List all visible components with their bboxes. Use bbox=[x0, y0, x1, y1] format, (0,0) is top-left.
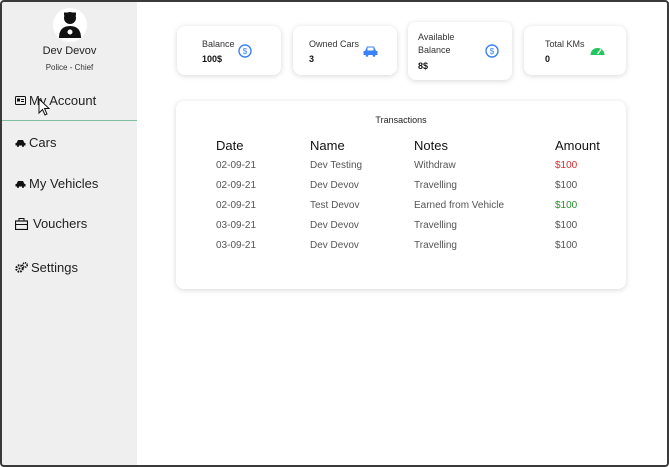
user-role: Police - Chief bbox=[45, 63, 94, 72]
cell-notes: Earned from Vehicle bbox=[414, 199, 505, 211]
sidebar-item-settings[interactable]: Settings bbox=[14, 260, 78, 275]
cell-amount: $100 bbox=[555, 159, 578, 171]
cell-name: Dev Devov bbox=[310, 239, 359, 251]
stat-label: Balance bbox=[418, 45, 451, 55]
sidebar-item-vouchers[interactable]: Vouchers bbox=[14, 216, 87, 231]
table-row: 02-09-21 Test Devov Earned from Vehicle … bbox=[216, 195, 615, 215]
transactions-card: Transactions Date Name Notes Amount 02-0… bbox=[176, 101, 626, 289]
cell-date: 02-09-21 bbox=[216, 159, 257, 171]
cell-notes: Travelling bbox=[414, 179, 457, 191]
table-row: 02-09-21 Dev Testing Withdraw $100 bbox=[216, 155, 615, 175]
speedometer-icon bbox=[590, 48, 605, 55]
stat-label: Total KMs bbox=[545, 39, 585, 49]
cell-notes: Withdraw bbox=[414, 159, 456, 171]
stat-value: 3 bbox=[309, 54, 315, 64]
stat-label: Balance bbox=[202, 39, 235, 49]
table-row: 03-09-21 Dev Devov Travelling $100 bbox=[216, 235, 615, 255]
stat-card-available-balance: Available Balance 8$ $ bbox=[408, 22, 512, 80]
id-card-icon bbox=[14, 95, 26, 107]
toolbox-icon bbox=[14, 217, 28, 231]
cell-amount: $100 bbox=[555, 219, 578, 231]
column-header-amount: Amount bbox=[555, 137, 600, 153]
sidebar-item-label: My Vehicles bbox=[29, 176, 99, 191]
avatar bbox=[52, 8, 87, 42]
column-header-name: Name bbox=[310, 137, 345, 153]
cell-name: Dev Devov bbox=[310, 179, 359, 191]
cell-date: 03-09-21 bbox=[216, 239, 257, 251]
mouse-cursor-icon bbox=[38, 98, 50, 116]
sidebar-item-label: Vouchers bbox=[33, 216, 88, 231]
sidebar-item-label: Settings bbox=[31, 260, 78, 275]
gears-icon bbox=[14, 262, 28, 274]
stat-value: 8$ bbox=[418, 61, 429, 71]
dollar-circle-icon: $ bbox=[485, 44, 499, 58]
table-header-row: Date Name Notes Amount bbox=[216, 135, 615, 155]
cell-amount: $100 bbox=[555, 199, 578, 211]
sidebar-item-cars[interactable]: Cars bbox=[14, 135, 56, 150]
sidebar-item-my-vehicles[interactable]: My Vehicles bbox=[14, 176, 98, 191]
car-icon bbox=[363, 46, 378, 57]
stat-card-total-kms: Total KMs 0 bbox=[524, 26, 626, 75]
cell-date: 02-09-21 bbox=[216, 179, 257, 191]
column-header-date: Date bbox=[216, 137, 244, 153]
svg-text:$: $ bbox=[490, 47, 495, 56]
stat-card-owned-cars: Owned Cars 3 bbox=[293, 26, 397, 75]
stat-value: 100$ bbox=[202, 54, 223, 64]
sidebar-item-label: Cars bbox=[29, 135, 57, 150]
car-icon bbox=[14, 178, 26, 190]
cell-date: 03-09-21 bbox=[216, 219, 257, 231]
sidebar: Dev Devov Police - Chief My Account Cars… bbox=[2, 2, 137, 465]
cell-name: Dev Devov bbox=[310, 219, 359, 231]
cell-amount: $100 bbox=[555, 239, 578, 251]
column-header-notes: Notes bbox=[414, 137, 448, 153]
user-icon bbox=[58, 12, 81, 38]
cell-notes: Travelling bbox=[414, 219, 457, 231]
car-icon bbox=[14, 137, 26, 149]
svg-text:$: $ bbox=[243, 47, 248, 56]
transactions-table: Date Name Notes Amount 02-09-21 Dev Test… bbox=[216, 135, 615, 255]
stat-value: 0 bbox=[545, 54, 551, 64]
cell-date: 02-09-21 bbox=[216, 199, 257, 211]
cell-name: Dev Testing bbox=[310, 159, 363, 171]
stat-label: Owned Cars bbox=[309, 39, 360, 49]
user-name: Dev Devov bbox=[42, 45, 97, 57]
cell-notes: Travelling bbox=[414, 239, 457, 251]
sidebar-item-my-account[interactable]: My Account bbox=[14, 93, 96, 108]
table-row: 03-09-21 Dev Devov Travelling $100 bbox=[216, 215, 615, 235]
stat-card-balance: Balance 100$ $ bbox=[177, 26, 281, 75]
active-indicator bbox=[2, 120, 137, 121]
stat-label: Available bbox=[418, 32, 455, 42]
dollar-circle-icon: $ bbox=[238, 44, 252, 58]
cell-amount: $100 bbox=[555, 179, 578, 191]
transactions-title: Transactions bbox=[375, 115, 427, 125]
cell-name: Test Devov bbox=[310, 199, 360, 211]
table-row: 02-09-21 Dev Devov Travelling $100 bbox=[216, 175, 615, 195]
